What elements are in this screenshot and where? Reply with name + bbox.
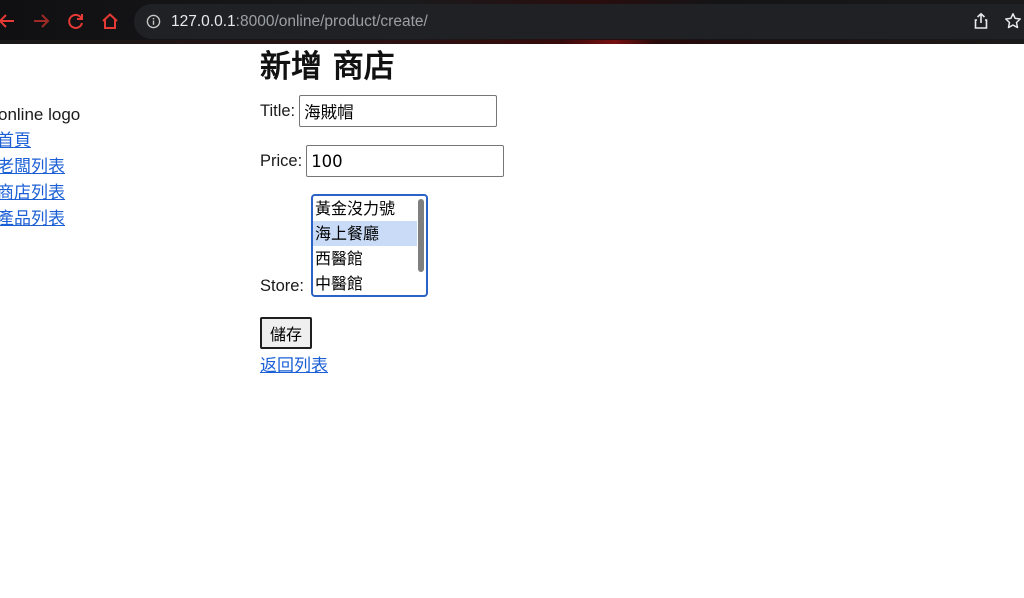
- bookmark-star-icon[interactable]: [1004, 12, 1022, 30]
- url-host: 127.0.0.1: [171, 13, 236, 30]
- address-bar[interactable]: 127.0.0.1:8000/online/product/create/: [134, 4, 1024, 39]
- share-icon[interactable]: [972, 12, 990, 30]
- reload-icon[interactable]: [63, 8, 89, 34]
- sidebar-link-store-list[interactable]: 商店列表: [0, 180, 200, 206]
- store-select-listbox[interactable]: 黃金沒力號 海上餐廳 西醫館 中醫館: [311, 194, 428, 297]
- back-arrow-icon[interactable]: [0, 8, 20, 34]
- listbox-scrollbar[interactable]: [418, 199, 424, 272]
- title-label: Title:: [260, 101, 296, 120]
- url-path: :8000/online/product/create/: [235, 13, 428, 30]
- sidebar-link-home[interactable]: 首頁: [0, 128, 200, 154]
- price-input[interactable]: [306, 145, 505, 177]
- site-logo-text: online logo: [0, 105, 81, 124]
- save-button[interactable]: 儲存: [260, 317, 313, 349]
- store-option[interactable]: 西醫館: [313, 246, 426, 271]
- sidebar-link-product-list[interactable]: 產品列表: [0, 206, 200, 232]
- forward-arrow-icon[interactable]: [28, 8, 54, 34]
- price-label: Price:: [260, 151, 303, 170]
- price-row: Price:: [260, 145, 505, 177]
- store-option[interactable]: 中醫館: [313, 271, 426, 295]
- url-text[interactable]: 127.0.0.1:8000/online/product/create/: [171, 13, 428, 31]
- store-label: Store:: [260, 277, 305, 295]
- sidebar-link-boss-list[interactable]: 老闆列表: [0, 154, 200, 180]
- title-input[interactable]: [299, 95, 498, 127]
- home-icon[interactable]: [97, 8, 123, 34]
- sidebar: online logo 首頁 老闆列表 商店列表 產品列表: [0, 102, 200, 232]
- page-content: online logo 首頁 老闆列表 商店列表 產品列表 新增 商店 Titl…: [0, 44, 1024, 598]
- browser-toolbar: 127.0.0.1:8000/online/product/create/: [0, 0, 1024, 44]
- back-to-list-link[interactable]: 返回列表: [260, 351, 328, 376]
- info-icon[interactable]: [146, 14, 161, 29]
- main-content: 新增 商店 Title: Price: Store: 黃金沒力號 海上餐廳 西醫…: [260, 44, 960, 376]
- title-row: Title:: [260, 95, 498, 127]
- page-title: 新增 商店: [260, 49, 395, 85]
- store-option-selected[interactable]: 海上餐廳: [313, 221, 417, 246]
- store-option[interactable]: 黃金沒力號: [313, 196, 426, 221]
